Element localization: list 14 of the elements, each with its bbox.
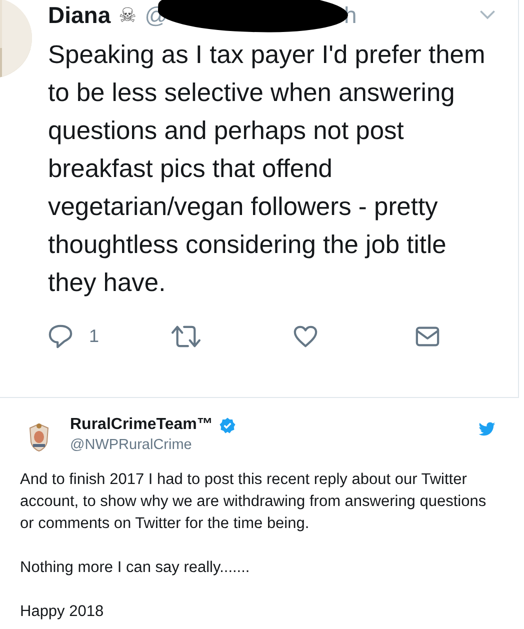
tweet-text: Speaking as I tax payer I'd prefer them to be less selective when answering questions and perhaps not post breakfast pics that offend vegetarian/vegan followers - pretty thoughtless considering the job title they have.: [48, 40, 486, 299]
reply-count: 1: [89, 326, 100, 347]
author-handle[interactable]: @NWPRuralCrime: [70, 437, 478, 453]
skull-emoji: ☠: [118, 3, 137, 27]
author-name: Diana: [48, 2, 111, 28]
retweet-icon[interactable]: [170, 324, 202, 349]
mail-icon[interactable]: [415, 324, 440, 349]
tweet-text: Nothing more I can say really.......: [20, 558, 251, 578]
tweet-text: And to finish 2017 I had to post this recent reply about our Twitter account, to show why we are withdrawing from answering questions or comments on Twitter for the time being.: [20, 470, 488, 534]
reply-icon[interactable]: [48, 324, 73, 349]
heart-icon[interactable]: [293, 324, 318, 349]
tweet-text: Happy 2018: [20, 602, 105, 622]
author-name[interactable]: RuralCrimeTeam™: [70, 416, 213, 434]
bird-icon[interactable]: [478, 422, 496, 437]
